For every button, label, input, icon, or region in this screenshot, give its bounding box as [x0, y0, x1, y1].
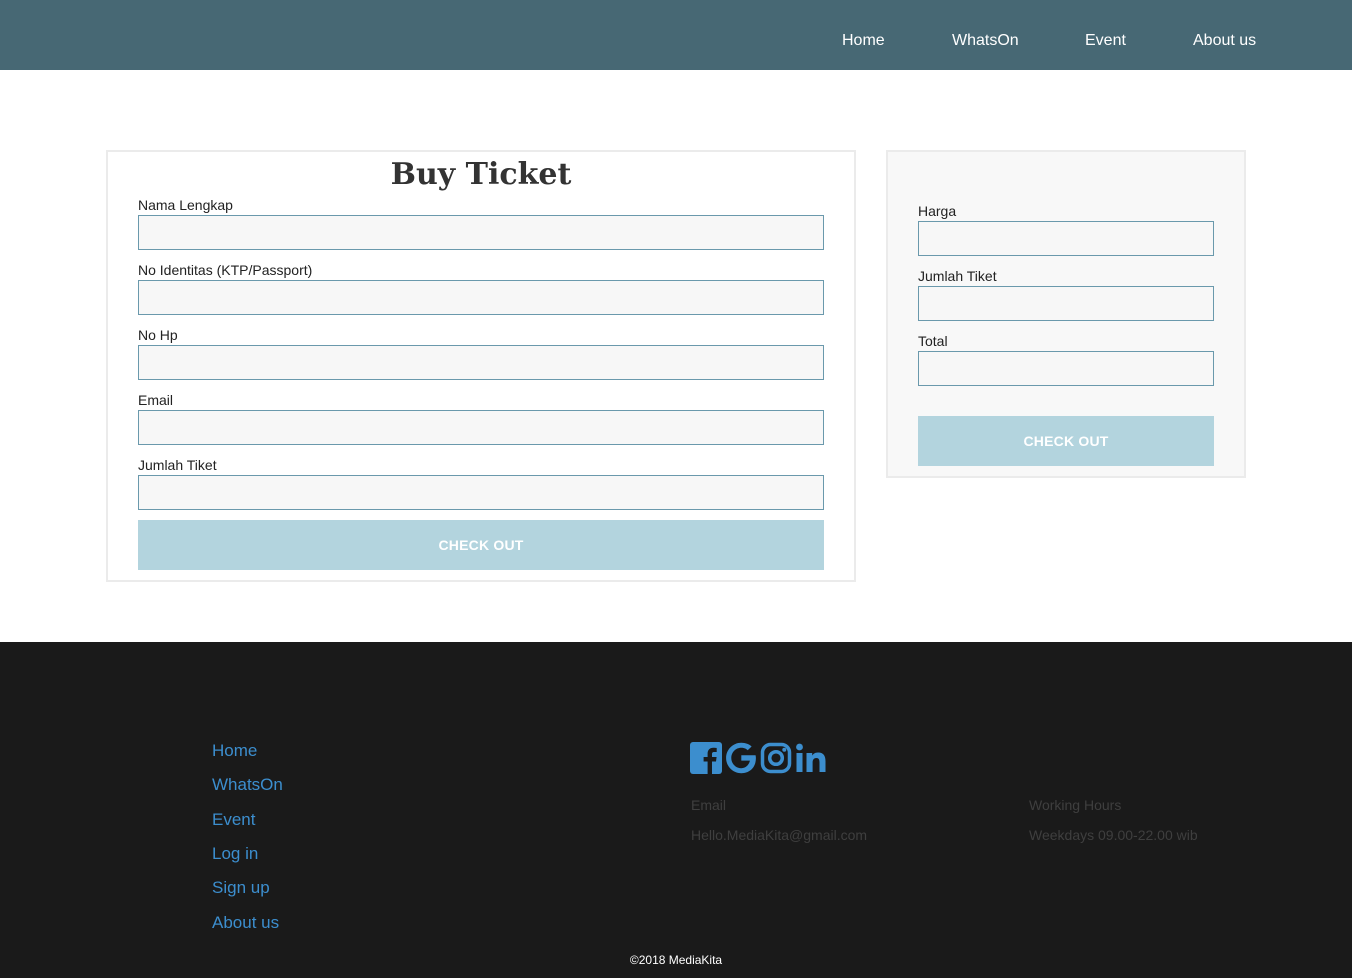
footer-home-link[interactable]: Home	[212, 742, 257, 759]
contact-email-label: Email	[691, 797, 727, 813]
email-input[interactable]	[138, 410, 824, 445]
nav-home-link[interactable]: Home	[842, 33, 885, 49]
email-label: Email	[138, 392, 174, 408]
copyright-text: ©2018 MediaKita	[629, 953, 723, 967]
instagram-icon[interactable]	[760, 742, 792, 774]
ticket-quantity-label: Jumlah Tiket	[138, 457, 217, 473]
phone-input[interactable]	[138, 345, 824, 380]
phone-label: No Hp	[138, 327, 178, 343]
top-navbar: Home WhatsOn Event About us	[0, 0, 1352, 70]
working-hours-label: Working Hours	[1029, 797, 1122, 813]
buy-ticket-panel: Buy Ticket Nama Lengkap No Identitas (KT…	[106, 150, 856, 582]
contact-email-value: Hello.MediaKita@gmail.com	[691, 827, 868, 843]
nav-about-link[interactable]: About us	[1193, 33, 1256, 49]
facebook-icon[interactable]	[690, 742, 722, 774]
total-input[interactable]	[918, 351, 1214, 386]
working-hours-value: Weekdays 09.00-22.00 wib	[1029, 827, 1198, 843]
nav-whatson-link[interactable]: WhatsOn	[952, 33, 1019, 49]
form-title: Buy Ticket	[390, 157, 572, 192]
full-name-label: Nama Lengkap	[138, 197, 233, 213]
footer-whatson-link[interactable]: WhatsOn	[212, 776, 283, 793]
ticket-quantity-input[interactable]	[138, 475, 824, 510]
footer-about-link[interactable]: About us	[212, 914, 279, 931]
checkout-button[interactable]: CHECK OUT	[138, 520, 824, 570]
footer-login-link[interactable]: Log in	[212, 845, 258, 862]
footer-signup-link[interactable]: Sign up	[212, 879, 270, 896]
price-summary-panel: Harga Jumlah Tiket Total CHECK OUT	[886, 150, 1246, 478]
identity-number-input[interactable]	[138, 280, 824, 315]
google-icon[interactable]	[725, 742, 757, 774]
price-input[interactable]	[918, 221, 1214, 256]
summary-quantity-label: Jumlah Tiket	[918, 268, 997, 284]
total-label: Total	[918, 333, 948, 349]
summary-quantity-input[interactable]	[918, 286, 1214, 321]
nav-event-link[interactable]: Event	[1085, 33, 1126, 49]
linkedin-icon[interactable]	[795, 742, 827, 774]
price-label: Harga	[918, 203, 957, 219]
identity-number-label: No Identitas (KTP/Passport)	[138, 262, 313, 278]
site-footer: Home WhatsOn Event Log in Sign up About …	[0, 642, 1352, 978]
footer-event-link[interactable]: Event	[212, 811, 255, 828]
summary-checkout-button[interactable]: CHECK OUT	[918, 416, 1214, 466]
full-name-input[interactable]	[138, 215, 824, 250]
